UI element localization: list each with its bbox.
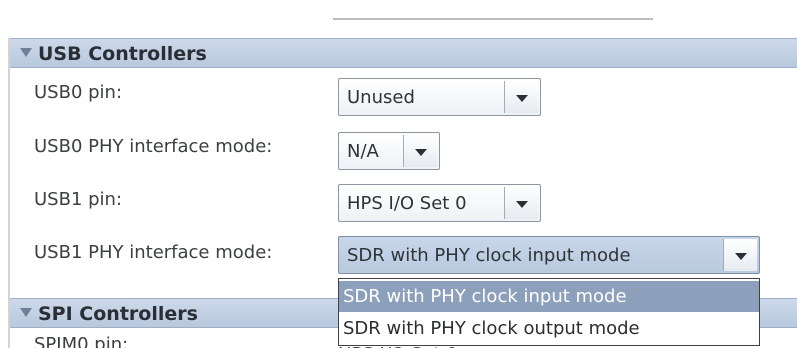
usb-controllers-section-header[interactable]: USB Controllers bbox=[10, 38, 797, 68]
usb0-pin-label: USB0 pin: bbox=[34, 82, 123, 103]
section-title: SPI Controllers bbox=[38, 303, 198, 325]
combo-value: Unused bbox=[347, 87, 415, 108]
usb0-phy-mode-label: USB0 PHY interface mode: bbox=[34, 136, 273, 157]
chevron-down-icon bbox=[735, 253, 747, 260]
combo-arrow-button[interactable] bbox=[504, 187, 538, 219]
usb1-phy-mode-dropdown-list: SDR with PHY clock input mode SDR with P… bbox=[338, 278, 760, 346]
chevron-down-icon bbox=[516, 201, 528, 208]
configuration-panel: USB Controllers USB0 pin: Unused USB0 PH… bbox=[0, 0, 797, 348]
usb1-pin-label: USB1 pin: bbox=[34, 189, 123, 210]
usb1-phy-mode-label: USB1 PHY interface mode: bbox=[34, 242, 273, 263]
spim0-pin-label: SPIM0 pin: bbox=[34, 334, 129, 348]
section-title: USB Controllers bbox=[38, 43, 207, 65]
combo-value: N/A bbox=[347, 141, 379, 162]
combo-value: HPS I/O Set 0 bbox=[347, 193, 467, 214]
usb1-phy-mode-select[interactable]: SDR with PHY clock input mode bbox=[338, 236, 760, 274]
combo-arrow-button[interactable] bbox=[403, 135, 437, 167]
dropdown-option-sdr-output[interactable]: SDR with PHY clock output mode bbox=[339, 313, 759, 344]
combo-value: SDR with PHY clock input mode bbox=[347, 245, 631, 266]
chevron-down-icon bbox=[516, 95, 528, 102]
usb1-pin-select[interactable]: HPS I/O Set 0 bbox=[338, 184, 541, 222]
dropdown-option-sdr-input[interactable]: SDR with PHY clock input mode bbox=[339, 281, 759, 312]
chevron-down-icon bbox=[415, 149, 427, 156]
combo-arrow-button[interactable] bbox=[723, 239, 757, 271]
triangle-down-icon[interactable] bbox=[20, 308, 32, 317]
usb0-pin-select[interactable]: Unused bbox=[338, 78, 541, 116]
combo-arrow-button[interactable] bbox=[504, 81, 538, 113]
top-divider bbox=[333, 0, 653, 20]
usb0-phy-mode-select[interactable]: N/A bbox=[338, 132, 440, 170]
triangle-down-icon[interactable] bbox=[20, 48, 32, 57]
